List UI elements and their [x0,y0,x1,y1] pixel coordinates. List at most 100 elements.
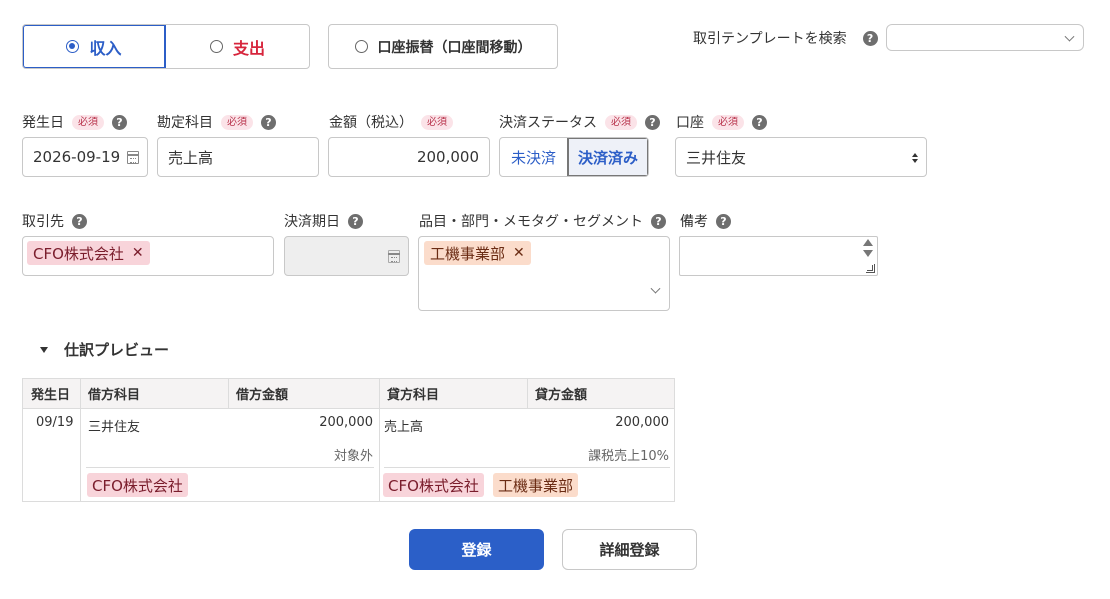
status-unsettled-button[interactable]: 未決済 [500,138,567,176]
credit-partner-tag: CFO株式会社 [383,473,484,497]
tags-label-row: 品目・部門・メモタグ・セグメント ? [419,211,666,231]
transfer-tab[interactable]: 口座振替（口座間移動） [328,24,558,69]
partner-label: 取引先 [22,214,64,230]
expense-label: 支出 [232,38,265,58]
radio-selected-icon [66,40,80,53]
required-badge: 必須 [712,114,744,130]
calendar-icon[interactable] [127,151,139,164]
memo-textarea[interactable] [679,236,878,276]
row-debit-account: 三井住友 [88,420,141,435]
debit-partner-tag: CFO株式会社 [87,473,188,497]
issue-date-value: 2026-09-19 [33,148,121,166]
issue-date-input[interactable]: 2026-09-19 [22,137,148,177]
amount-label-row: 金額（税込） 必須 [329,112,453,132]
chevron-down-icon [1064,31,1075,42]
divider [228,379,229,409]
caret-down-icon [40,346,48,353]
divider [86,467,374,468]
issue-date-label-row: 発生日 必須 ? [22,112,127,132]
journal-preview-title: 仕訳プレビュー [64,341,170,359]
income-label: 収入 [89,38,122,58]
amount-value: 200,000 [416,148,479,166]
col-header-credit-amount: 貸方金額 [527,379,674,409]
partner-input[interactable]: CFO株式会社 ✕ [22,236,274,276]
select-arrows-icon [912,153,918,163]
account-item-label: 勘定科目 [157,115,213,131]
calendar-icon [388,250,400,263]
journal-preview-toggle[interactable]: 仕訳プレビュー [40,339,169,360]
col-header-date: 発生日 [23,379,80,409]
expense-tab[interactable]: 支出 [166,25,309,68]
memo-label-row: 備考 ? [680,211,731,231]
spinner-icon[interactable] [863,239,873,257]
memo-label: 備考 [680,214,708,230]
template-search-select[interactable] [886,24,1084,51]
account-item-label-row: 勘定科目 必須 ? [157,112,276,132]
resize-handle-icon[interactable] [866,264,875,273]
template-search-text: 取引テンプレートを検索 [693,31,847,47]
account-item-value: 売上高 [168,148,214,167]
row-debit-amount: 200,000 [319,415,373,430]
tags-input[interactable]: 工機事業部 ✕ [418,236,670,311]
partner-tag: CFO株式会社 ✕ [27,241,150,265]
partner-label-row: 取引先 ? [22,211,87,231]
wallet-value: 三井住友 [686,148,747,167]
help-icon[interactable]: ? [112,114,127,130]
radio-icon [354,40,368,53]
journal-preview-table: 発生日 借方科目 借方金額 貸方科目 貸方金額 09/19 三井住友 200,0… [22,378,675,502]
row-credit-tax: 課税売上10% [588,449,669,464]
segment-tag: 工機事業部 ✕ [424,241,531,265]
wallet-label: 口座 [676,115,704,131]
help-icon[interactable]: ? [651,213,666,229]
template-search-label: 取引テンプレートを検索 ? [693,28,878,48]
status-settled-button[interactable]: 決済済み [567,138,648,176]
help-icon[interactable]: ? [752,114,767,130]
divider [379,379,380,501]
help-icon[interactable]: ? [348,213,363,229]
status-label-row: 決済ステータス 必須 ? [499,112,660,132]
row-debit-tax: 対象外 [333,449,373,464]
required-badge: 必須 [72,114,104,130]
required-badge: 必須 [421,114,453,130]
help-icon[interactable]: ? [261,114,276,130]
divider [384,467,670,468]
row-credit-account: 売上高 [384,420,424,435]
wallet-select[interactable]: 三井住友 [675,137,927,177]
due-date-label: 決済期日 [284,214,340,230]
settlement-status-toggle: 未決済 決済済み [499,137,649,177]
help-icon[interactable]: ? [862,30,878,46]
required-badge: 必須 [221,114,253,130]
required-badge: 必須 [605,114,637,130]
due-date-label-row: 決済期日 ? [284,211,363,231]
help-icon[interactable]: ? [72,213,87,229]
segment-tag-label: 工機事業部 [430,244,506,263]
divider [527,379,528,409]
chevron-down-icon[interactable] [650,283,661,294]
amount-input[interactable]: 200,000 [328,137,490,177]
detail-register-button[interactable]: 詳細登録 [562,529,697,570]
income-tab[interactable]: 収入 [23,25,166,68]
credit-segment-tag: 工機事業部 [493,473,579,497]
help-icon[interactable]: ? [645,114,660,130]
amount-label: 金額（税込） [329,115,413,131]
remove-tag-icon[interactable]: ✕ [513,245,525,261]
transfer-label: 口座振替（口座間移動） [377,39,532,56]
account-item-input[interactable]: 売上高 [157,137,319,177]
row-credit-amount: 200,000 [615,415,669,430]
help-icon[interactable]: ? [716,213,731,229]
issue-date-label: 発生日 [22,115,64,131]
col-header-debit-account: 借方科目 [80,379,228,409]
remove-tag-icon[interactable]: ✕ [132,245,144,261]
register-button[interactable]: 登録 [409,529,544,570]
radio-icon [209,40,223,53]
transaction-type-group: 収入 支出 [22,24,310,69]
due-date-input [284,236,409,276]
col-header-debit-amount: 借方金額 [228,379,379,409]
wallet-label-row: 口座 必須 ? [676,112,767,132]
tags-label: 品目・部門・メモタグ・セグメント [419,214,643,230]
partner-tag-label: CFO株式会社 [33,244,124,263]
settlement-status-label: 決済ステータス [499,115,597,131]
divider [80,379,81,501]
col-header-credit-account: 貸方科目 [379,379,527,409]
row-date: 09/19 [36,415,74,430]
